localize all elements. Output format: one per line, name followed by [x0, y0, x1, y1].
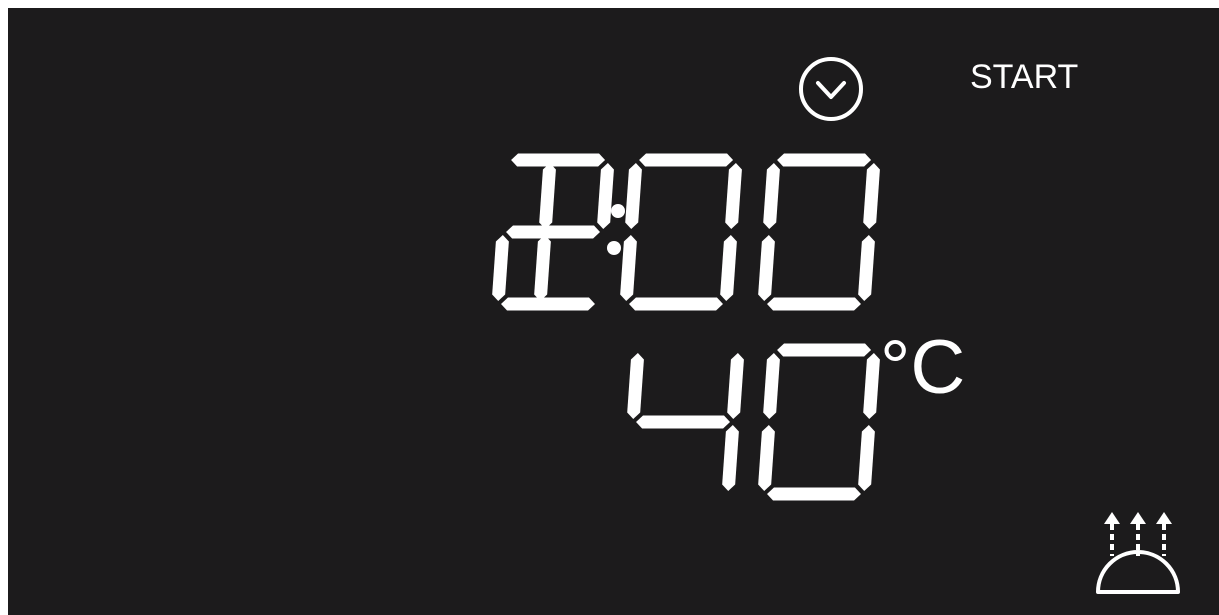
segment-b: [863, 353, 880, 419]
segment-d: [767, 297, 861, 311]
time-digit-3: [620, 153, 742, 311]
segment-a: [639, 153, 734, 167]
time-colon-dot: [607, 241, 621, 255]
segment-f: [625, 163, 642, 229]
heating-icon: [1090, 498, 1186, 594]
segment-b: [539, 163, 556, 229]
temperature-digit-2: [758, 343, 880, 501]
segment-b: [597, 163, 614, 229]
segment-e: [620, 235, 637, 301]
segment-a: [777, 343, 872, 357]
segment-c: [534, 235, 551, 301]
segment-a: [511, 153, 606, 167]
segment-f: [627, 353, 644, 419]
segment-g: [636, 415, 731, 429]
seven-segment-readout: [492, 153, 880, 501]
segment-c: [720, 235, 737, 301]
time-colon-dot: [611, 204, 625, 218]
segment-d: [767, 487, 861, 501]
segment-f: [763, 163, 780, 229]
segment-d: [629, 297, 723, 311]
segment-b: [725, 163, 742, 229]
segment-f: [763, 353, 780, 419]
segment-e: [492, 235, 509, 301]
segment-b: [863, 163, 880, 229]
segment-a: [777, 153, 872, 167]
segment-c: [722, 425, 739, 491]
segment-c: [858, 235, 875, 301]
time-digit-4: [758, 153, 880, 311]
segment-c: [858, 425, 875, 491]
segment-e: [758, 425, 775, 491]
temperature-unit: °C: [880, 325, 966, 410]
temperature-digit-1: [627, 353, 744, 491]
heat-rising-dome-icon: [1096, 512, 1180, 594]
segment-b: [727, 353, 744, 419]
segment-e: [758, 235, 775, 301]
appliance-display-panel: START 12:00 40 °C: [8, 8, 1219, 615]
segment-g: [506, 225, 601, 239]
segment-d: [501, 297, 595, 311]
